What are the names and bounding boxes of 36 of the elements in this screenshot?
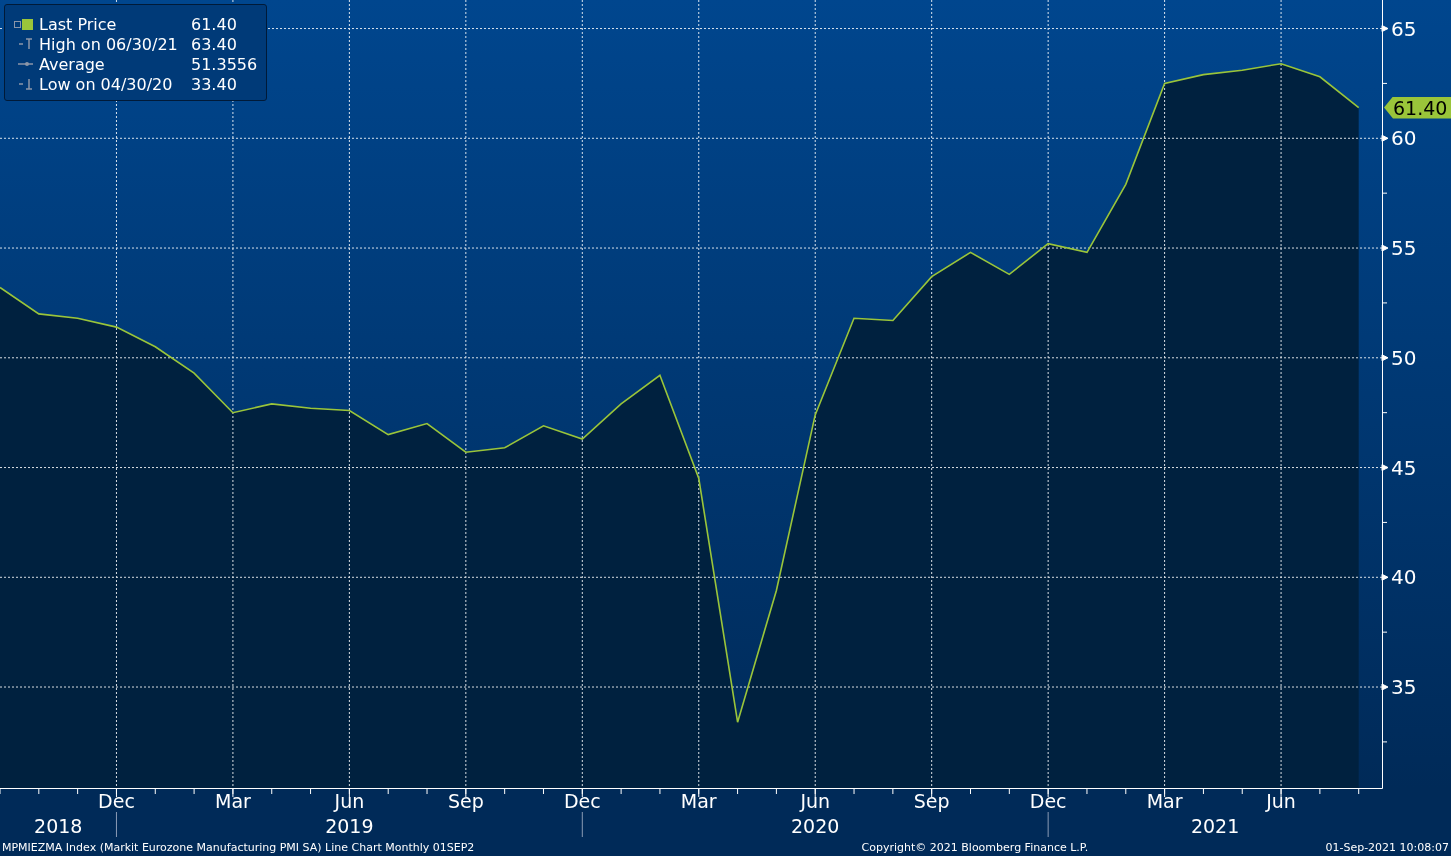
axis-tick-label: 45 bbox=[1391, 455, 1417, 480]
timestamp: 01-Sep-2021 10:08:07 bbox=[1325, 840, 1449, 854]
axis-tick-label: 40 bbox=[1391, 565, 1417, 590]
legend-label: High on 06/30/21 bbox=[39, 34, 179, 54]
axis-tick-label: 35 bbox=[1391, 675, 1417, 700]
axis-tick-label: 60 bbox=[1391, 126, 1417, 151]
copyright-text: Copyright© 2021 Bloomberg Finance L.P. bbox=[861, 840, 1089, 854]
year-label: 2019 bbox=[325, 815, 374, 837]
axis-tick-label: Jun bbox=[1266, 790, 1296, 812]
legend-label: Average bbox=[39, 54, 106, 74]
axis-tick-label: Jun bbox=[334, 790, 365, 812]
legend-value: 61.40 bbox=[191, 14, 237, 34]
year-label: 2021 bbox=[1190, 815, 1240, 837]
legend-value: 33.40 bbox=[191, 74, 237, 94]
legend-value: 63.40 bbox=[191, 34, 237, 54]
axis-tick-label: 65 bbox=[1391, 16, 1417, 41]
axis-tick-label: 55 bbox=[1391, 236, 1417, 261]
axis-tick-label: Mar bbox=[1146, 790, 1183, 812]
year-label: 2020 bbox=[791, 815, 840, 837]
legend-label: Low on 04/30/20 bbox=[39, 74, 174, 94]
chart-description: MPMIEZMA Index (Markit Eurozone Manufacturing PMI SA) Line Chart Monthly 01SEP2 bbox=[2, 840, 475, 854]
low-marker-icon bbox=[19, 78, 33, 90]
axis-tick-label: Jun bbox=[800, 790, 831, 812]
axis-tick-label: Dec bbox=[1029, 790, 1067, 812]
axis-tick-label: Sep bbox=[447, 790, 484, 812]
legend-label: Last Price bbox=[39, 14, 118, 34]
axis-tick-label: Dec bbox=[98, 790, 135, 812]
high-marker-icon bbox=[19, 38, 33, 50]
axis-tick-label: Dec bbox=[563, 790, 601, 812]
average-marker-icon bbox=[18, 61, 33, 67]
legend-value: 51.3556 bbox=[191, 54, 258, 74]
axis-tick-label: Sep bbox=[913, 790, 950, 812]
axis-tick-label: 50 bbox=[1391, 345, 1417, 370]
year-label: 2018 bbox=[34, 815, 83, 837]
axis-tick-label: Mar bbox=[215, 790, 251, 812]
axis-tick-label: Mar bbox=[680, 790, 717, 812]
